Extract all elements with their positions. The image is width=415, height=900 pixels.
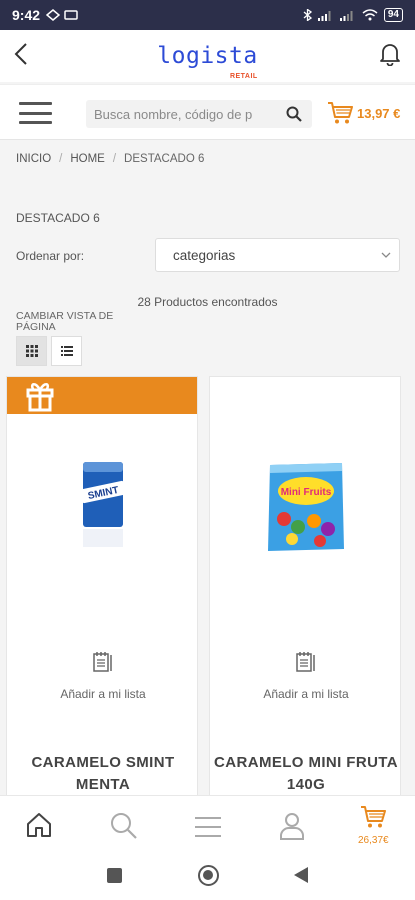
shopping-list-icon[interactable] [295, 651, 317, 678]
app-header: logista RETAIL [0, 30, 415, 82]
menu-nav-icon[interactable] [194, 816, 222, 843]
logo-text: logista [157, 43, 258, 69]
cart-icon [328, 102, 353, 124]
cart-nav-button[interactable]: 26,37€ [358, 805, 389, 846]
bluetooth-icon [303, 9, 312, 21]
product-image-text: Mini Fruits [281, 487, 332, 498]
breadcrumb-home[interactable]: HOME [70, 153, 105, 165]
product-image[interactable]: SMINT [7, 442, 197, 572]
cart-nav-total: 26,37€ [358, 835, 389, 846]
hamburger-icon[interactable] [19, 102, 52, 124]
battery-icon: 94 [383, 8, 403, 22]
recent-apps-icon[interactable] [107, 868, 122, 883]
breadcrumb-inicio[interactable]: INICIO [16, 153, 51, 165]
system-back-icon[interactable] [294, 867, 308, 883]
page-title: DESTACADO 6 [16, 211, 100, 225]
status-notification-icons [46, 9, 78, 21]
product-card[interactable]: Mini Fruits Añadir a mi lista CARAMELO M… [209, 376, 401, 816]
logo-subtext: RETAIL [229, 73, 258, 80]
user-icon[interactable] [279, 812, 305, 845]
grid-view-button[interactable] [16, 336, 47, 366]
sort-label: Ordenar por: [16, 249, 85, 263]
product-image[interactable]: Mini Fruits [210, 442, 400, 572]
shopping-list-icon[interactable] [92, 651, 114, 678]
breadcrumb-current: DESTACADO 6 [124, 153, 205, 165]
breadcrumb-separator: / [59, 153, 63, 165]
product-card[interactable]: SMINT Añadir a mi lista CARAMELO SMINT M… [6, 376, 198, 816]
bell-icon[interactable] [379, 42, 401, 71]
status-bar: 9:42 94 [0, 0, 415, 30]
logo[interactable]: logista RETAIL [157, 43, 258, 80]
grid-icon [25, 345, 38, 357]
back-arrow-icon[interactable] [14, 42, 28, 70]
sort-select[interactable]: categorias [155, 238, 400, 272]
status-time: 9:42 [12, 7, 41, 23]
search-field[interactable] [86, 100, 312, 128]
gift-icon [25, 380, 55, 417]
sort-value: categorias [173, 248, 236, 263]
results-count: 28 Productos encontrados [137, 295, 278, 309]
bottom-navigation: 26,37€ [0, 795, 415, 857]
promo-ribbon [7, 377, 197, 417]
cart-icon [361, 806, 387, 828]
view-toggle-label: CAMBIAR VISTA DE PÁGINA [16, 310, 114, 333]
search-nav-icon[interactable] [110, 812, 138, 845]
notification-icon [46, 9, 61, 21]
status-right-icons: 94 [303, 8, 403, 22]
cart-button[interactable]: 13,97 € [327, 101, 400, 125]
search-input[interactable] [86, 100, 266, 128]
search-icon[interactable] [286, 106, 302, 127]
list-icon [60, 346, 73, 356]
search-toolbar: 13,97 € [0, 84, 415, 140]
wifi-icon [362, 9, 378, 21]
product-name[interactable]: CARAMELO SMINT MENTA [7, 752, 197, 796]
breadcrumb: INICIO / HOME / DESTACADO 6 [16, 153, 204, 165]
breadcrumb-separator: / [112, 153, 117, 165]
product-name[interactable]: CARAMELO MINI FRUTA 140G [210, 752, 400, 796]
add-to-list-link[interactable]: Añadir a mi lista [7, 687, 197, 701]
signal-icon [317, 11, 331, 21]
signal-icon-2 [339, 11, 353, 21]
system-navigation-bar [0, 857, 415, 900]
home-icon[interactable] [26, 812, 52, 843]
system-home-icon[interactable] [198, 865, 219, 886]
notification-icon-2 [64, 10, 78, 20]
chevron-down-icon [381, 248, 391, 263]
list-view-button[interactable] [51, 336, 82, 366]
cart-total: 13,97 € [357, 105, 401, 121]
add-to-list-link[interactable]: Añadir a mi lista [210, 687, 400, 701]
